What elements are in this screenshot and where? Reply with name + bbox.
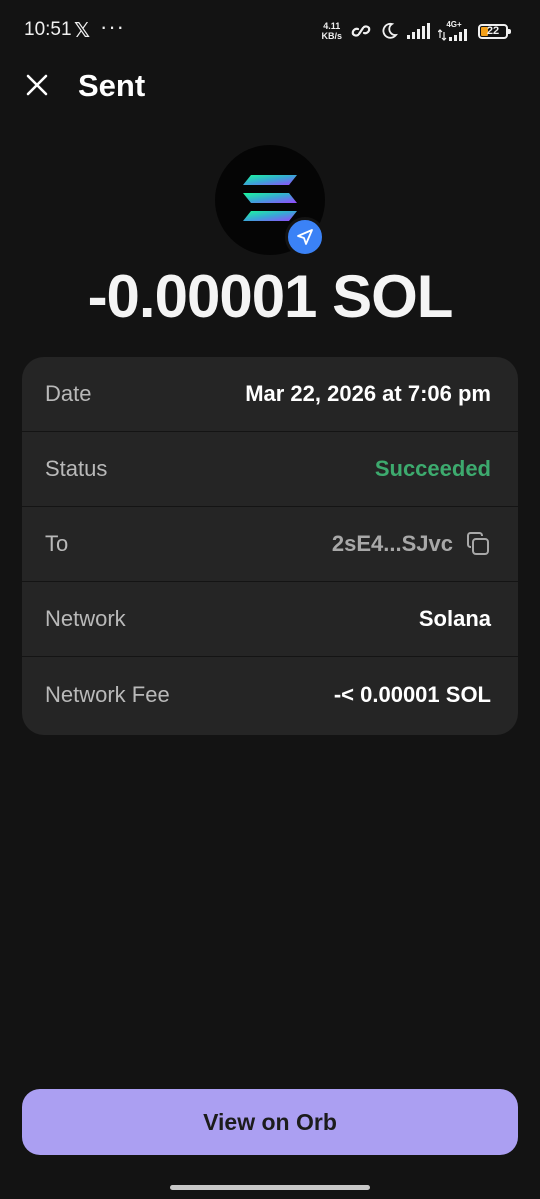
send-arrow-icon [297,229,313,245]
solana-logo-icon [243,175,297,221]
to-address-text: 2sE4...SJvc [331,531,453,556]
network-type: 4G+ [446,20,462,29]
close-button[interactable] [22,70,52,100]
home-indicator[interactable] [170,1185,370,1190]
status-value: Succeeded [374,456,491,481]
network-speed: 4.11 KB/s [321,21,342,41]
status-bar: 10:51 𝕏 ··· 4.11 KB/s 4G+ 22 [0,0,540,60]
status-icons: 4.11 KB/s 4G+ 22 [321,18,511,44]
battery-icon: 22 [478,23,511,39]
transaction-details-card: Date Mar 22, 2026 at 7:06 pm Status Succ… [22,357,518,735]
network-label: Network [45,606,126,631]
to-address[interactable]: 2sE4...SJvc [332,531,491,557]
detail-row-network: Network Solana [22,582,518,657]
network-speed-value: 4.11 [323,21,341,31]
detail-row-to: To 2sE4...SJvc [22,507,518,582]
network-fee-label: Network Fee [45,681,170,707]
transaction-amount: -0.00001 SOL [87,263,454,330]
page-title: Sent [78,68,146,103]
detail-row-network-fee: Network Fee -< 0.00001 SOL [22,657,518,732]
clock: 10:51 [24,19,72,40]
network-speed-unit: KB/s [321,31,342,41]
close-icon [26,74,48,96]
network-fee-value: -< 0.00001 SOL [333,681,491,707]
copy-address-button[interactable] [465,531,491,557]
send-badge [285,217,325,257]
signal-icon [407,23,430,39]
detail-row-date: Date Mar 22, 2026 at 7:06 pm [22,357,518,432]
status-label: Status [45,456,108,481]
hotspot-link-icon [351,25,371,37]
date-value: Mar 22, 2026 at 7:06 pm [245,381,491,406]
x-app-icon: 𝕏 [74,20,91,42]
moon-icon [382,22,398,39]
detail-row-status: Status Succeeded [22,432,518,507]
battery-level: 22 [486,24,500,37]
to-label: To [45,531,69,556]
network-value: Solana [418,606,491,631]
copy-icon [467,532,489,555]
date-label: Date [45,381,92,406]
signal-4g-icon [438,29,467,41]
header: Sent [0,60,540,116]
token-avatar [215,145,325,257]
more-notifications-icon: ··· [100,14,125,39]
view-on-orb-button[interactable]: View on Orb [22,1089,518,1155]
